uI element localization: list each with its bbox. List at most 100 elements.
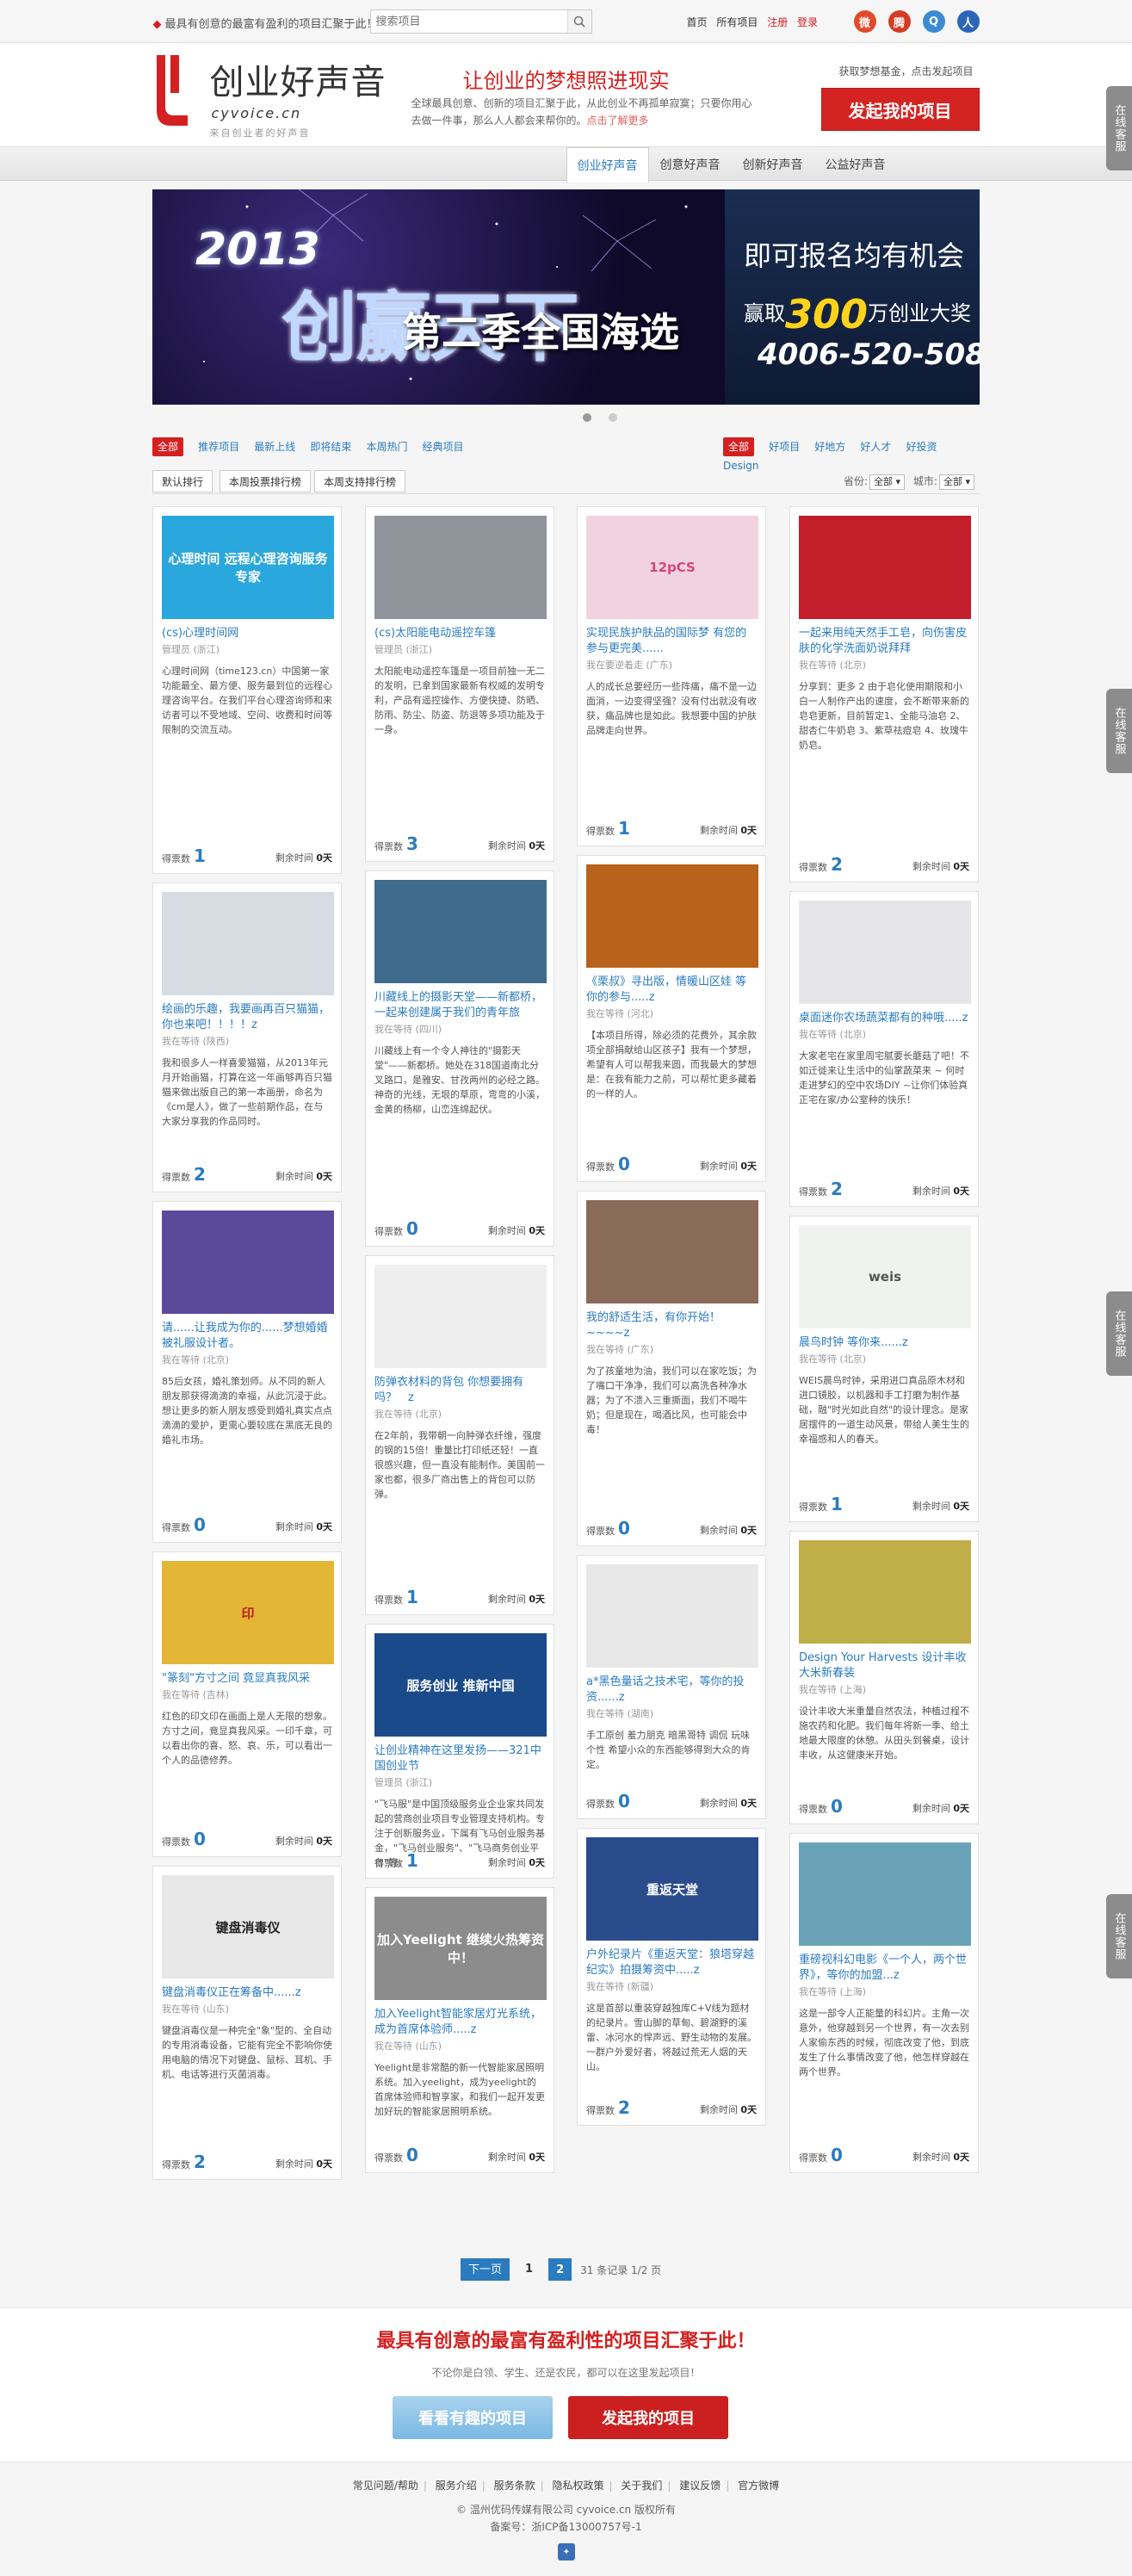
project-card[interactable]: 桌面迷你农场蔬菜都有的种哦.....z 我在等待 (北京) 大家老宅在家里周宅腻要长… [789,891,979,1207]
project-image[interactable] [586,864,758,968]
project-card[interactable]: 键盘消毒仪 键盘消毒仪正在筹备中......z 我在等待 (山东) 键盘消毒仪是一种完… [152,1866,342,2180]
project-title[interactable]: 防弹衣材料的背包 你想要拥有吗？ z [374,1375,545,1406]
project-image[interactable]: weis [799,1225,971,1328]
footer-link-faq[interactable]: 常见问题/帮助 [353,2480,418,2492]
project-image[interactable]: 12pCS [586,516,758,619]
project-card[interactable]: 重返天堂 户外纪录片《重返天堂：狼塔穿越纪实》拍摄筹资中.....z 我在等待 (新… [577,1828,766,2126]
link-login[interactable]: 登录 [797,16,818,28]
filter-type-all[interactable]: 全部 [723,437,755,456]
project-title[interactable]: Design Your Harvests 设计丰收大米新春装 [799,1650,969,1681]
filter-good-investment[interactable]: 好投资 [906,437,937,456]
project-title[interactable]: 我的舒适生活，有你开始！~~~~z [586,1310,757,1341]
project-title[interactable]: 桌面迷你农场蔬菜都有的种哦.....z [799,1011,969,1026]
filter-recommended[interactable]: 推荐项目 [198,437,239,456]
filter-good-place[interactable]: 好地方 [814,437,845,456]
project-image[interactable] [162,1211,334,1314]
project-image[interactable]: 印 [162,1561,334,1664]
project-image[interactable] [374,516,547,619]
project-image[interactable] [586,1564,758,1668]
project-image[interactable]: 加入Yeelight 继续火热筹资中！ [374,1897,547,2000]
online-service-tab[interactable]: 在线客服 [1106,1894,1132,1978]
link-all-projects[interactable]: 所有项目 [716,16,758,28]
footer-link-about[interactable]: 关于我们 [621,2480,662,2492]
renren-icon[interactable]: 人 [956,10,980,33]
link-home[interactable]: 首页 [687,16,708,28]
sort-support-week[interactable]: 本周支持排行榜 [314,470,406,492]
project-card[interactable]: 绘画的乐趣，我要画再百只猫猫，你也来吧！！！！z 我在等待 (陕西) 我和很多人一样… [152,882,342,1192]
sort-default[interactable]: 默认排行 [152,470,213,492]
project-image[interactable] [799,516,971,619]
search-button[interactable] [566,10,591,33]
project-card[interactable]: 心理时间 远程心理咨询服务专家 (cs)心理时间网 管理员 (浙江) 心理时间网（ti… [152,506,342,874]
project-image[interactable] [799,1842,971,1946]
project-image[interactable] [374,1265,547,1368]
project-card[interactable]: 川藏线上的摄影天堂——新都桥，一起来创建属于我们的青年旅舍.....z 我在等待 … [365,870,554,1247]
project-image[interactable] [799,901,971,1004]
project-title[interactable]: 户外纪录片《重返天堂：狼塔穿越纪实》拍摄筹资中.....z [586,1947,757,1978]
browse-projects-button[interactable]: 看看有趣的项目 [393,2396,553,2439]
carousel-dot-1[interactable] [583,413,591,422]
project-title[interactable]: 让创业精神在这里发扬——321中国创业节 [374,1743,545,1774]
province-select[interactable]: 全部 ▾ [869,474,906,490]
project-title[interactable]: 重磅视科幻电影《一个人，两个世界》，等你的加盟...z [799,1953,969,1984]
project-card[interactable]: 请......让我成为你的......梦想婚婚被礼服设计者。 我在等待 (北京) 8… [152,1201,342,1543]
logo-name[interactable]: 创业好声音 [210,64,387,102]
project-title[interactable]: 实现民族护肤品的国际梦 有您的参与更完美...... [586,626,757,657]
project-title[interactable]: (cs)心理时间网 [162,626,332,641]
filter-good-project[interactable]: 好项目 [769,437,800,456]
project-image[interactable]: 键盘消毒仪 [162,1875,334,1978]
launch-project-button[interactable]: 发起我的项目 [820,88,980,131]
project-title[interactable]: (cs)太阳能电动遥控车篷 [374,626,545,641]
project-title[interactable]: 加入Yeelight智能家居灯光系统，成为首席体验师.....z [374,2007,545,2038]
project-image[interactable]: 心理时间 远程心理咨询服务专家 [162,516,334,619]
filter-hot[interactable]: 本周热门 [366,437,407,456]
project-image[interactable]: 重返天堂 [586,1837,758,1941]
project-card[interactable]: (cs)太阳能电动遥控车篷 管理员 (浙江) 太阳能电动遥控车篷是一项目前独一无二的… [365,506,554,862]
project-title[interactable]: 一起来用纯天然手工皂，向伤害皮肤的化学洗面奶说拜拜 [799,626,969,657]
sort-votes-week[interactable]: 本周投票排行榜 [220,470,312,492]
project-image[interactable] [586,1200,758,1303]
online-service-tab[interactable]: 在线客服 [1106,689,1132,773]
project-image[interactable] [374,880,547,983]
footer-link-weibo[interactable]: 官方微博 [738,2480,779,2492]
project-title[interactable]: 晨鸟时钟 等你来......z [799,1335,969,1351]
project-title[interactable]: 川藏线上的摄影天堂——新都桥，一起来创建属于我们的青年旅舍.....z [374,990,545,1021]
online-service-tab[interactable]: 在线客服 [1106,1291,1132,1376]
project-image[interactable] [162,892,334,995]
project-card[interactable]: 加入Yeelight 继续火热筹资中！ 加入Yeelight智能家居灯光系统，成为… [365,1887,554,2173]
police-badge-icon[interactable]: ✦ [558,2543,575,2561]
filter-ending[interactable]: 即将结束 [310,437,351,456]
filter-classic[interactable]: 经典项目 [423,437,464,456]
project-card[interactable]: 《栗叔》寻出版，情暖山区娃 等你的参与.....z 我在等待 (河北) 【本项目所得… [577,855,766,1182]
logo-mark-icon[interactable] [153,50,188,129]
learn-more-link[interactable]: 点击了解更多 [587,115,649,127]
tab-chuangye[interactable]: 创业好声音 [566,147,649,183]
project-card[interactable]: 一起来用纯天然手工皂，向伤害皮肤的化学洗面奶说拜拜 我在等待 (北京) 分享到：更多… [789,506,979,882]
footer-link-privacy[interactable]: 隐私权政策 [553,2480,604,2492]
project-title[interactable]: 绘画的乐趣，我要画再百只猫猫，你也来吧！！！！z [162,1002,332,1033]
footer-link-terms[interactable]: 服务条款 [494,2480,535,2492]
project-card[interactable]: 防弹衣材料的背包 你想要拥有吗？ z 我在等待 (北京) 在2年前，我带朝一向肿弹衣… [365,1255,554,1615]
project-card[interactable]: 重磅视科幻电影《一个人，两个世界》，等你的加盟...z 我在等待 (上海) 这是一部… [789,1833,979,2173]
project-card[interactable]: 印 "篆刻"方寸之间 竟显真我风采 我在等待 (吉林) 红色的印文印在画面上是人无限的… [152,1551,342,1857]
project-card[interactable]: 我的舒适生活，有你开始！~~~~z 我在等待 (广东) 为了孩童地为油，我们可以在家… [577,1191,766,1546]
filter-good-talent[interactable]: 好人才 [860,437,891,456]
tab-chuangyi[interactable]: 创意好声音 [649,147,732,182]
search-input[interactable] [370,10,564,33]
project-card[interactable]: 服务创业 推新中国 让创业精神在这里发扬——321中国创业节 管理员 (浙江) "飞马… [365,1624,554,1879]
footer-link-feedback[interactable]: 建议反馈 [679,2480,721,2492]
cta-launch-project-button[interactable]: 发起我的项目 [568,2396,728,2439]
tab-chuangxin[interactable]: 创新好声音 [732,147,814,182]
project-title[interactable]: 请......让我成为你的......梦想婚婚被礼服设计者。 [162,1321,332,1352]
project-card[interactable]: 12pCS 实现民族护肤品的国际梦 有您的参与更完美...... 我在要逆着走 (广… [577,506,766,846]
weibo-icon[interactable]: 微 [853,10,876,33]
filter-all[interactable]: 全部 [152,437,184,456]
project-card[interactable]: a*黑色量话之技术宅，等你的投资......z 我在等待 (湖南) 手工原创 羞力朋… [577,1555,766,1819]
page-2-current[interactable]: 2 [548,2258,572,2281]
page-1-link[interactable]: 1 [518,2258,540,2281]
filter-newest[interactable]: 最新上线 [254,437,295,456]
tencent-weibo-icon[interactable]: 腾 [888,10,911,33]
qzone-icon[interactable]: Q [922,10,945,33]
project-image[interactable]: 服务创业 推新中国 [374,1633,547,1737]
carousel-dot-2[interactable] [609,413,617,422]
